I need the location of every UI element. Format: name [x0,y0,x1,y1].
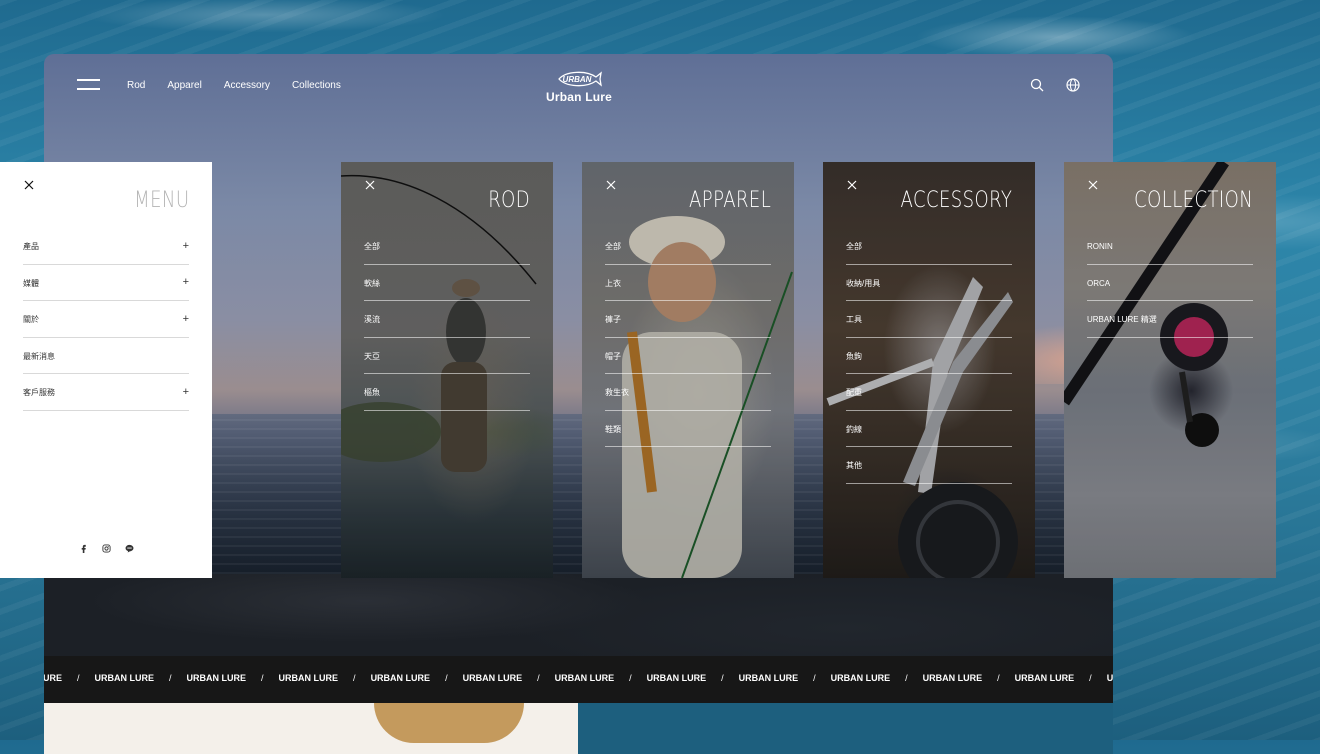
brand-name: Urban Lure [545,90,612,104]
marquee-separator: / [77,673,80,683]
globe-language-icon[interactable] [1066,78,1080,92]
marquee-item: URBAN LURE [646,673,707,683]
marquee-separator: / [629,673,632,683]
collection-item[interactable]: RONIN [1087,228,1253,265]
marquee-separator: / [1089,673,1092,683]
section-image-right [578,703,1113,754]
nav-link-apparel[interactable]: Apparel [167,80,201,91]
nav-link-collections[interactable]: Collections [292,80,341,91]
accessory-item[interactable]: 魚鉤 [846,338,1012,374]
marquee-separator: / [445,673,448,683]
panel-title: ROD [488,188,530,213]
marquee-item: URBAN LURE [278,673,339,683]
plus-icon: + [182,385,189,398]
collection-photo [1064,162,1229,447]
marquee-item: URBAN LURE [1106,673,1113,683]
facebook-icon[interactable] [79,544,88,553]
accessory-item[interactable]: 全部 [846,228,1012,265]
rod-item[interactable]: 天亞 [364,338,530,374]
apparel-item[interactable]: 上衣 [605,265,771,301]
marquee-item: URBAN LURE [1014,673,1075,683]
apparel-list: 全部 上衣 褲子 帽子 救生衣 鞋類 [605,228,771,447]
rod-item[interactable]: 全部 [364,228,530,265]
search-icon[interactable] [1030,78,1044,92]
hero-rocks [44,574,1113,664]
accessory-list: 全部 收納/用具 工具 魚鉤 配重 釣線 其他 [846,228,1012,484]
panel-title: MENU [133,188,189,213]
marquee-separator: / [997,673,1000,683]
close-icon[interactable] [604,178,618,192]
menu-list: 產品 + 媒體 + 關於 + 最新消息 客戶服務 + [23,228,189,411]
panel-title: COLLECTION [1133,188,1253,213]
main-nav: Rod Apparel Accessory Collections [127,80,341,91]
site-logo[interactable]: URBAN Urban Lure [544,70,614,104]
close-icon[interactable] [845,178,859,192]
close-icon[interactable] [1086,178,1100,192]
apparel-item[interactable]: 全部 [605,228,771,265]
rod-list: 全部 軟絲 溪流 天亞 樞魚 [364,228,530,411]
accessory-item[interactable]: 收納/用具 [846,265,1012,301]
marquee-separator: / [721,673,724,683]
rod-item[interactable]: 溪流 [364,301,530,338]
panel-title: ACCESSORY [900,188,1012,213]
brand-marquee: AN LURE / URBAN LURE / URBAN LURE / URBAN LURE… [44,656,1113,703]
social-links [0,544,212,553]
section-image-left [44,703,578,754]
rod-item[interactable]: 樞魚 [364,374,530,411]
marquee-item: URBAN LURE [186,673,247,683]
accessory-item[interactable]: 工具 [846,301,1012,338]
marquee-separator: / [169,673,172,683]
menu-item-products[interactable]: 產品 + [23,228,189,265]
marquee-item: URBAN LURE [922,673,983,683]
accessory-item[interactable]: 釣線 [846,411,1012,447]
marquee-item: URBAN LURE [830,673,891,683]
marquee-separator: / [261,673,264,683]
svg-text:URBAN: URBAN [563,75,592,84]
menu-panel: MENU 產品 + 媒體 + 關於 + 最新消息 客戶服務 + [0,162,212,578]
apparel-panel: APPAREL 全部 上衣 褲子 帽子 救生衣 鞋類 [582,162,794,578]
plus-icon: + [182,312,189,325]
collection-list: RONIN ORCA URBAN LURE 精選 [1087,228,1253,338]
marquee-item: AN LURE [44,673,62,683]
apparel-item[interactable]: 鞋類 [605,411,771,447]
line-icon[interactable] [125,544,134,553]
collection-item[interactable]: URBAN LURE 精選 [1087,301,1253,338]
menu-item-customer-service[interactable]: 客戶服務 + [23,374,189,411]
hamburger-menu-icon[interactable] [77,79,100,91]
marquee-item: URBAN LURE [738,673,799,683]
menu-item-about[interactable]: 關於 + [23,301,189,338]
marquee-item: URBAN LURE [554,673,615,683]
plus-icon: + [182,276,189,289]
instagram-icon[interactable] [101,544,111,553]
menu-item-media[interactable]: 媒體 + [23,265,189,301]
marquee-item: URBAN LURE [462,673,523,683]
accessory-item[interactable]: 其他 [846,447,1012,484]
close-icon[interactable] [22,178,36,192]
accessory-panel: ACCESSORY 全部 收納/用具 工具 魚鉤 配重 釣線 其他 [823,162,1035,578]
menu-item-news[interactable]: 最新消息 [23,338,189,374]
fish-logo-icon: URBAN [558,71,602,87]
site-header: Rod Apparel Accessory Collections URBAN … [44,54,1113,124]
collection-item[interactable]: ORCA [1087,265,1253,301]
accessory-item[interactable]: 配重 [846,374,1012,411]
apparel-item[interactable]: 救生衣 [605,374,771,411]
collection-panel: COLLECTION RONIN ORCA URBAN LURE 精選 [1064,162,1276,578]
panel-title: APPAREL [688,188,771,213]
apparel-item[interactable]: 褲子 [605,301,771,338]
marquee-separator: / [813,673,816,683]
plus-icon: + [182,239,189,252]
rod-item[interactable]: 軟絲 [364,265,530,301]
rod-panel: ROD 全部 軟絲 溪流 天亞 樞魚 [341,162,553,578]
nav-link-rod[interactable]: Rod [127,80,145,91]
marquee-separator: / [537,673,540,683]
apparel-item[interactable]: 帽子 [605,338,771,374]
close-icon[interactable] [363,178,377,192]
nav-link-accessory[interactable]: Accessory [224,80,270,91]
marquee-item: URBAN LURE [94,673,155,683]
marquee-item: URBAN LURE [370,673,431,683]
marquee-separator: / [353,673,356,683]
marquee-separator: / [905,673,908,683]
